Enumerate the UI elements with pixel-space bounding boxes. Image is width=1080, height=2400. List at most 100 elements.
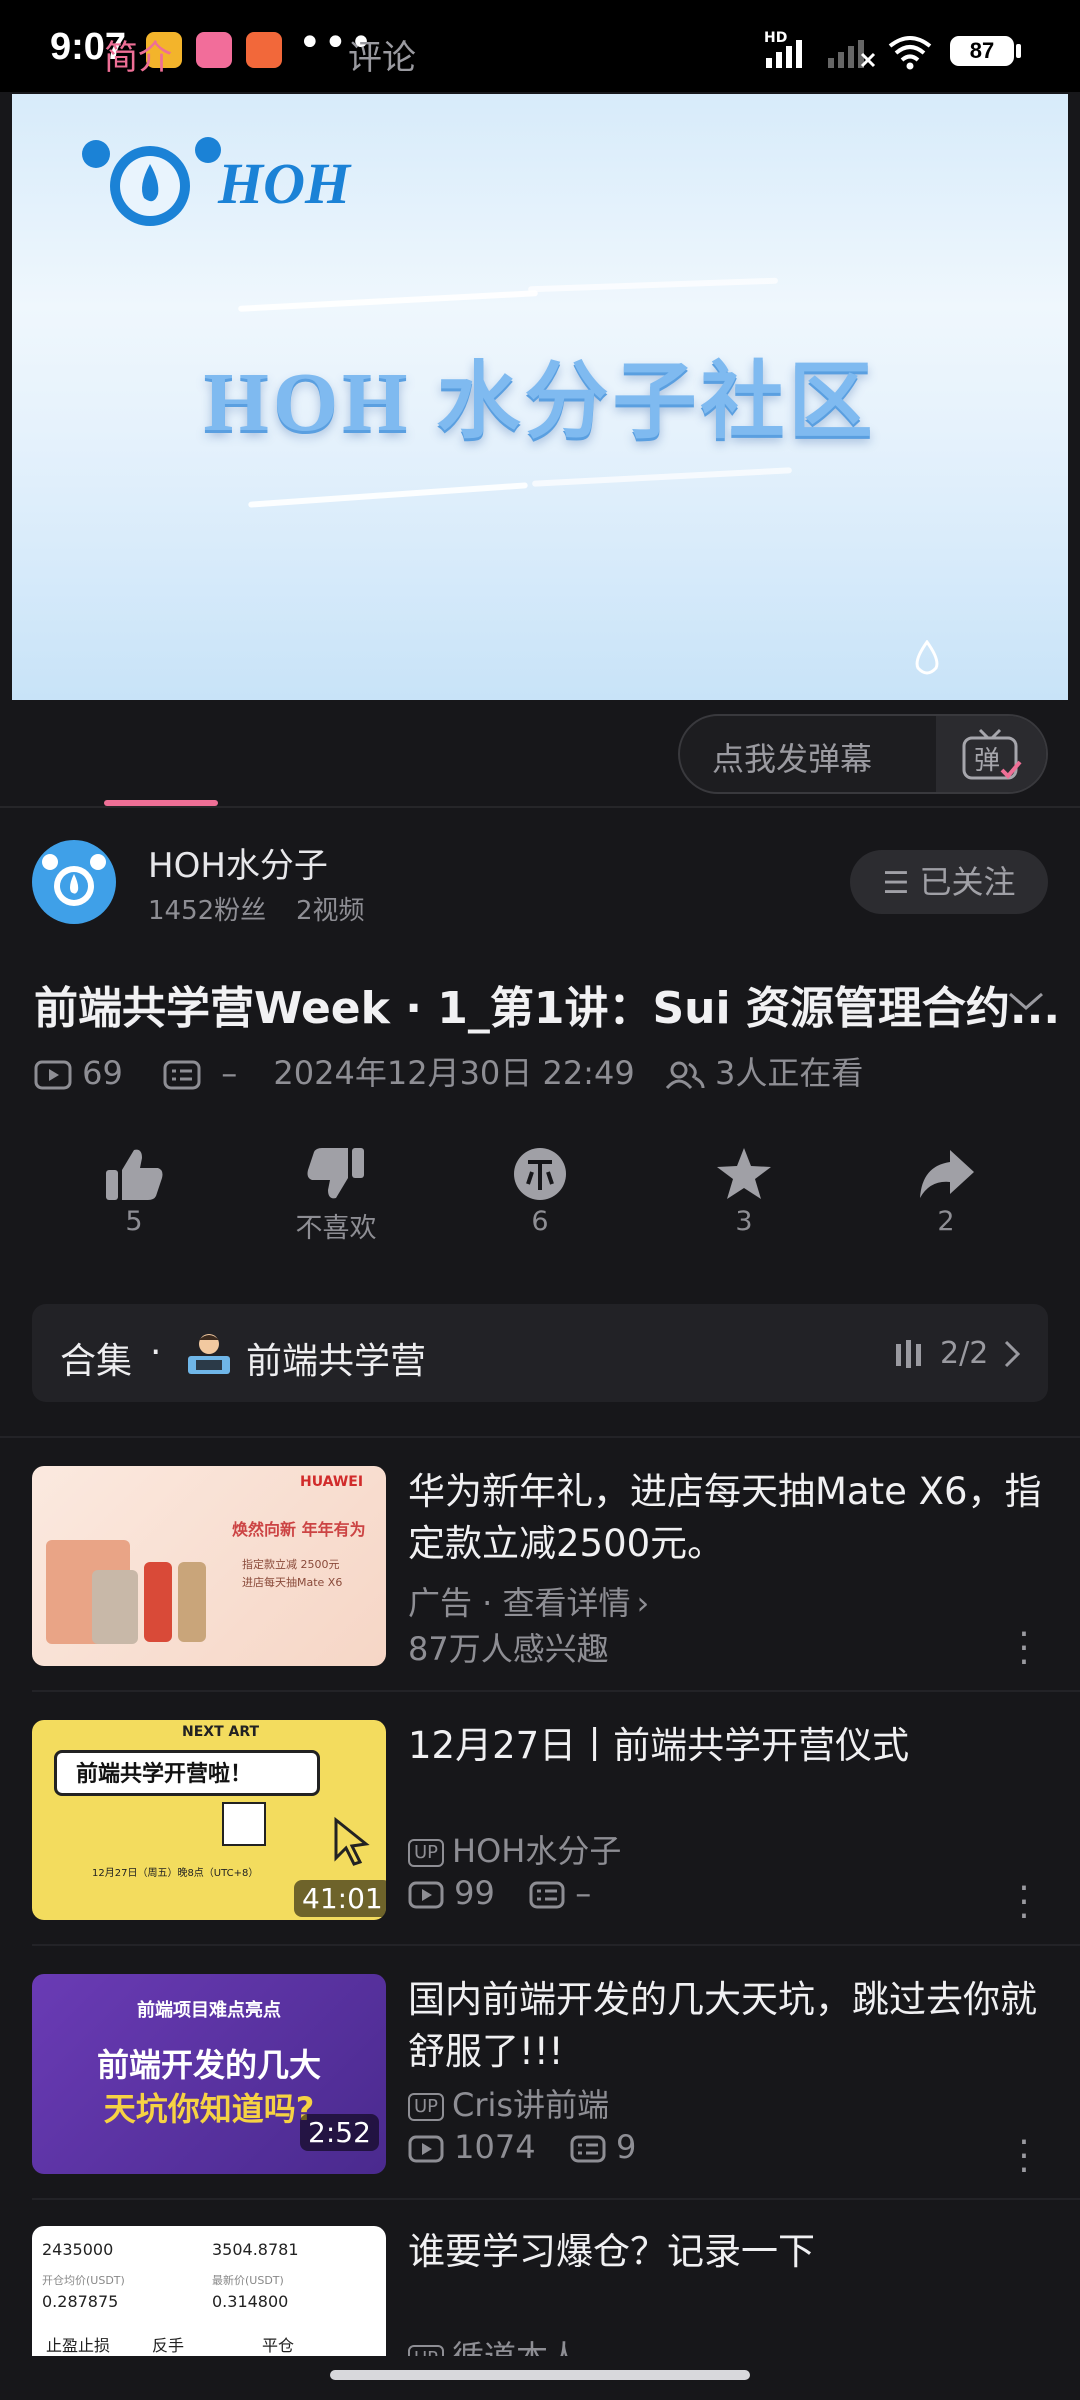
chevron-down-icon[interactable] <box>1006 986 1046 1016</box>
up-badge-icon: UP <box>408 1839 445 1867</box>
author-name: HOH水分子 <box>452 1832 622 1870</box>
video-player[interactable]: HOH HOH 水分子社区 <box>12 94 1068 700</box>
thumb-value-3: 0.287875 <box>42 2292 119 2311</box>
uploader-videos: 2视频 <box>296 896 365 926</box>
play-count-icon <box>34 1060 72 1090</box>
product-image <box>144 1562 172 1642</box>
video-duration: 41:01 <box>294 1880 386 1917</box>
tab-intro[interactable]: 简介 <box>104 30 172 79</box>
thumb-button-2: 反手 <box>152 2336 185 2355</box>
huawei-logo-text: HUAWEI <box>300 1474 364 1490</box>
signal-2-icon <box>828 40 876 68</box>
dislike-button[interactable]: 不喜欢 <box>266 1146 406 1245</box>
danmaku-count-icon <box>570 2135 606 2163</box>
watermark-drop-icon <box>915 640 939 675</box>
more-options-icon[interactable]: · · · <box>1014 1617 1034 1681</box>
uploader-fans: 1452粉丝 <box>148 896 267 926</box>
home-indicator[interactable] <box>330 2370 750 2380</box>
light-streak <box>532 467 792 487</box>
hoh-logo-text: HOH <box>218 151 351 216</box>
cursor-icon <box>334 1816 370 1866</box>
danmaku-icon-label: 弹 <box>974 746 1001 776</box>
dislike-label: 不喜欢 <box>295 1213 377 1244</box>
episodes-icon <box>896 1340 921 1368</box>
avatar-logo-icon <box>42 854 106 906</box>
light-streak <box>527 277 779 293</box>
thumb-value-2: 3504.8781 <box>212 2240 299 2259</box>
feed-item-title[interactable]: 谁要学习爆仓？记录一下 <box>408 2226 1058 2278</box>
thumbs-down-icon <box>307 1148 364 1199</box>
danmaku-count: 9 <box>615 2128 637 2166</box>
ad-detail-link[interactable]: 广告 · 查看详情 › <box>408 1578 649 1624</box>
chevron-right-icon[interactable] <box>1000 1338 1024 1370</box>
play-count: 99 <box>454 1874 495 1912</box>
follow-button[interactable]: ☰ 已关注 <box>850 850 1048 914</box>
play-count: 1074 <box>454 2128 536 2166</box>
feed-item-stats: 99 – <box>408 1874 591 1912</box>
video-thumbnail[interactable]: 前端项目难点亮点 前端开发的几大 天坑你知道吗? 2:52 <box>32 1974 386 2174</box>
thumb-label-2: 最新价(USDT) <box>212 2274 284 2287</box>
danmaku-count: – <box>575 1874 592 1912</box>
tab-active-indicator <box>104 800 218 806</box>
ad-line-3: 进店每天抽Mate X6 <box>242 1576 343 1589</box>
uploader-name[interactable]: HOH水分子 <box>148 838 328 887</box>
thumbs-up-icon <box>106 1149 163 1200</box>
battery-tip <box>1016 44 1021 58</box>
feed-item-title[interactable]: 12月27日丨前端共学开营仪式 <box>408 1720 1058 1772</box>
star-icon <box>717 1148 771 1199</box>
video-duration: 2:52 <box>300 2114 379 2151</box>
share-arrow-icon <box>920 1150 974 1198</box>
more-options-icon[interactable]: · · · <box>1014 2125 1034 2189</box>
feed-item-stats: 1074 9 <box>408 2128 636 2166</box>
hoh-logo-icon <box>82 137 221 226</box>
watching-count: 3人正在看 <box>715 1054 864 1092</box>
thumb-head: 前端项目难点亮点 <box>137 2000 281 2021</box>
battery-icon: 87 <box>950 36 1014 66</box>
thumb-date: 12月27日（周五）晚8点（UTC+8） <box>92 1868 259 1879</box>
ad-interest-count: 87万人感兴趣 <box>408 1630 609 1668</box>
ad-slogan: 焕然向新 年年有为 <box>232 1520 366 1539</box>
light-streak <box>248 482 528 508</box>
play-count: 69 <box>82 1054 123 1092</box>
coin-button[interactable]: 6 <box>470 1146 610 1237</box>
favorite-button[interactable]: 3 <box>674 1146 814 1237</box>
more-options-icon[interactable]: · · · <box>1014 1871 1034 1935</box>
collection-label: 合集 <box>60 1341 133 1382</box>
qr-code <box>222 1802 266 1846</box>
collection-dot: · <box>150 1332 162 1373</box>
thumb-value-1: 2435000 <box>42 2240 114 2259</box>
wifi-icon <box>888 36 932 70</box>
up-badge-icon: UP <box>408 2093 445 2121</box>
share-button[interactable]: 2 <box>876 1146 1016 1237</box>
feed-item-title[interactable]: 华为新年礼，进店每天抽Mate X6，指定款立减2500元。 <box>408 1466 1058 1570</box>
tab-comments[interactable]: 评论 <box>348 30 416 79</box>
thumb-headline: 前端共学开营啦！ <box>76 1762 253 1787</box>
product-image <box>92 1570 138 1644</box>
ad-thumbnail[interactable]: HUAWEI 焕然向新 年年有为 指定款立减 2500元 进店每天抽Mate X… <box>32 1466 386 1666</box>
feed-item-author[interactable]: UP Cris讲前端 <box>408 2080 609 2126</box>
feed-item-author[interactable]: UP HOH水分子 <box>408 1826 621 1872</box>
collection-progress: 2/2 <box>940 1336 989 1371</box>
collection-name: 前端共学营 <box>246 1341 427 1382</box>
feed-item-title[interactable]: 国内前端开发的几大天坑，跳过去你就舒服了!!! <box>408 1974 1058 2078</box>
divider <box>32 2198 1080 2200</box>
follow-label: 已关注 <box>919 863 1016 901</box>
thumb-tag: NEXT ART <box>182 1724 260 1740</box>
video-thumbnail[interactable]: NEXT ART 前端共学开营啦！ 12月27日（周五）晚8点（UTC+8） 4… <box>32 1720 386 1920</box>
danmaku-count-icon <box>529 1881 565 1909</box>
danmaku-count: – <box>221 1054 238 1092</box>
shopping-app-icon <box>246 32 282 68</box>
video-meta: 69 – 2024年12月30日 22:49 3人正在看 <box>34 1048 863 1094</box>
danmaku-placeholder[interactable]: 点我发弹幕 <box>712 734 872 780</box>
danmaku-count-icon <box>163 1060 201 1090</box>
like-button[interactable]: 5 <box>64 1146 204 1237</box>
product-image <box>178 1562 206 1642</box>
video-title: 前端共学营Week · 1_第1讲：Sui 资源管理合约... <box>34 983 1061 1034</box>
ad-line-2: 指定款立减 2500元 <box>242 1558 340 1571</box>
play-count-icon <box>408 1881 444 1909</box>
avatar[interactable] <box>32 840 116 924</box>
menu-icon: ☰ <box>882 866 910 901</box>
coder-emoji-icon <box>188 1334 230 1374</box>
watching-icon <box>665 1061 705 1090</box>
video-thumbnail[interactable]: 2435000 3504.8781 开仓均价(USDT) 最新价(USDT) 0… <box>32 2226 386 2356</box>
